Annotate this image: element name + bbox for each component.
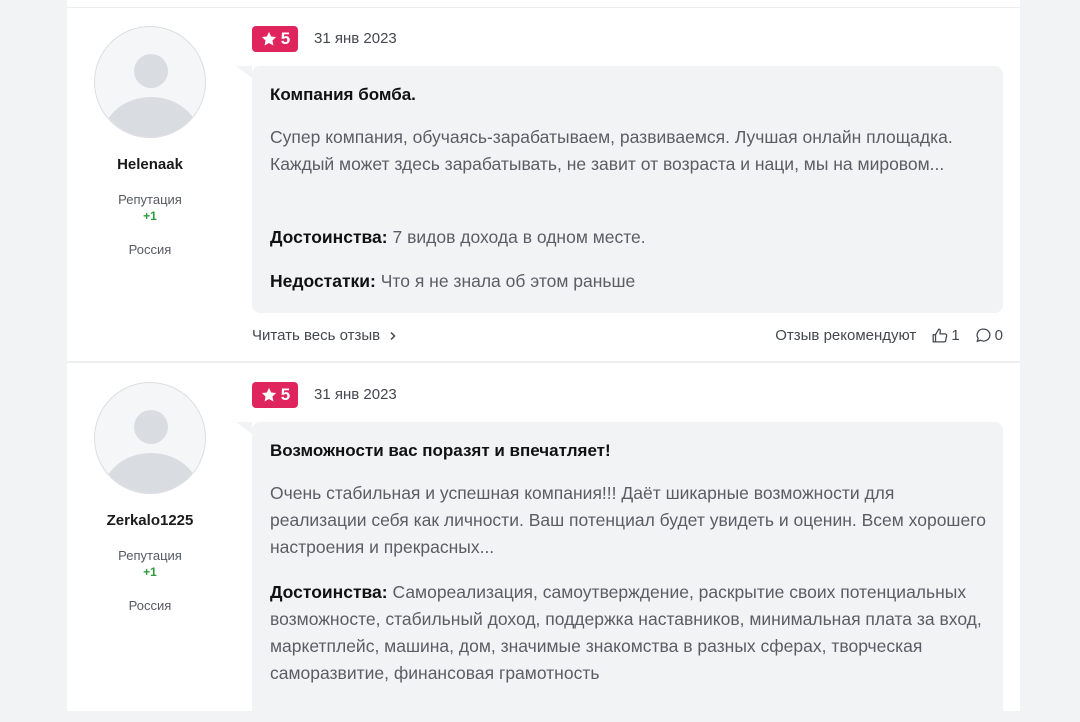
rating-value: 5 <box>280 29 291 48</box>
reputation-value: +1 <box>143 209 157 223</box>
comment-count: 0 <box>994 327 1003 344</box>
rating-badge: 5 <box>252 382 298 408</box>
reputation-value: +1 <box>143 565 157 579</box>
avatar[interactable] <box>94 26 206 138</box>
cons-text: Что я не знала об этом раньше <box>375 271 636 291</box>
avatar-placeholder-icon <box>134 54 168 88</box>
star-icon <box>261 387 276 402</box>
username[interactable]: Zerkalo1225 <box>67 512 233 529</box>
avatar[interactable] <box>94 382 206 494</box>
pros-text: 7 видов дохода в одном месте. <box>387 227 646 247</box>
comment-icon <box>976 328 991 343</box>
star-icon <box>261 31 276 46</box>
like-count: 1 <box>951 327 960 344</box>
read-full-review-link[interactable]: Читать весь отзыв <box>252 327 398 344</box>
review-cons: Недостатки: Что я не знала об этом раньш… <box>270 268 990 295</box>
divider <box>67 7 1020 8</box>
username[interactable]: Helenaak <box>67 156 233 173</box>
review-pros: Достоинства: Самореализация, самоутвержд… <box>270 579 990 687</box>
read-more-label: Читать весь отзыв <box>252 327 381 344</box>
comment-button[interactable]: 0 <box>974 326 1003 345</box>
cons-label: Недостатки: <box>270 271 376 291</box>
review-body: Компания бомба. Супер компания, обучаясь… <box>236 66 1003 313</box>
chevron-right-icon <box>390 331 396 340</box>
rating-badge: 5 <box>252 26 298 52</box>
reputation-label: Репутация <box>118 548 182 563</box>
review-pros: Достоинства: 7 видов дохода в одном мест… <box>270 224 990 251</box>
review-title[interactable]: Компания бомба. <box>270 85 416 105</box>
country: Россия <box>128 598 172 613</box>
review-card: Zerkalo1225 Репутация +1 Россия 5 31 янв… <box>67 382 1020 722</box>
review-date: 31 янв 2023 <box>314 30 397 47</box>
review-card: Helenaak Репутация +1 Россия 5 31 янв 20… <box>67 26 1020 356</box>
review-title[interactable]: Возможности вас поразят и впечатляет! <box>270 441 611 461</box>
review-text: Супер компания, обучаясь-зарабатываем, р… <box>270 127 953 174</box>
review-actions: Отзыв рекомендуют 1 0 <box>775 326 1003 345</box>
like-button[interactable]: 1 <box>930 326 960 345</box>
recommend-label: Отзыв рекомендуют <box>775 327 917 344</box>
reputation-label: Репутация <box>118 192 182 207</box>
review-date: 31 янв 2023 <box>314 386 397 403</box>
avatar-placeholder-icon <box>134 410 168 444</box>
reviews-page: Helenaak Репутация +1 Россия 5 31 янв 20… <box>67 0 1020 722</box>
thumbs-up-icon <box>932 328 948 343</box>
pros-label: Достоинства: <box>270 227 388 247</box>
divider <box>67 361 1020 363</box>
pros-label: Достоинства: <box>270 582 388 602</box>
rating-value: 5 <box>280 385 291 404</box>
review-text: Очень стабильная и успешная компания!!! … <box>270 483 986 557</box>
review-body: Возможности вас поразят и впечатляет! Оч… <box>236 422 1003 722</box>
country: Россия <box>128 242 172 257</box>
